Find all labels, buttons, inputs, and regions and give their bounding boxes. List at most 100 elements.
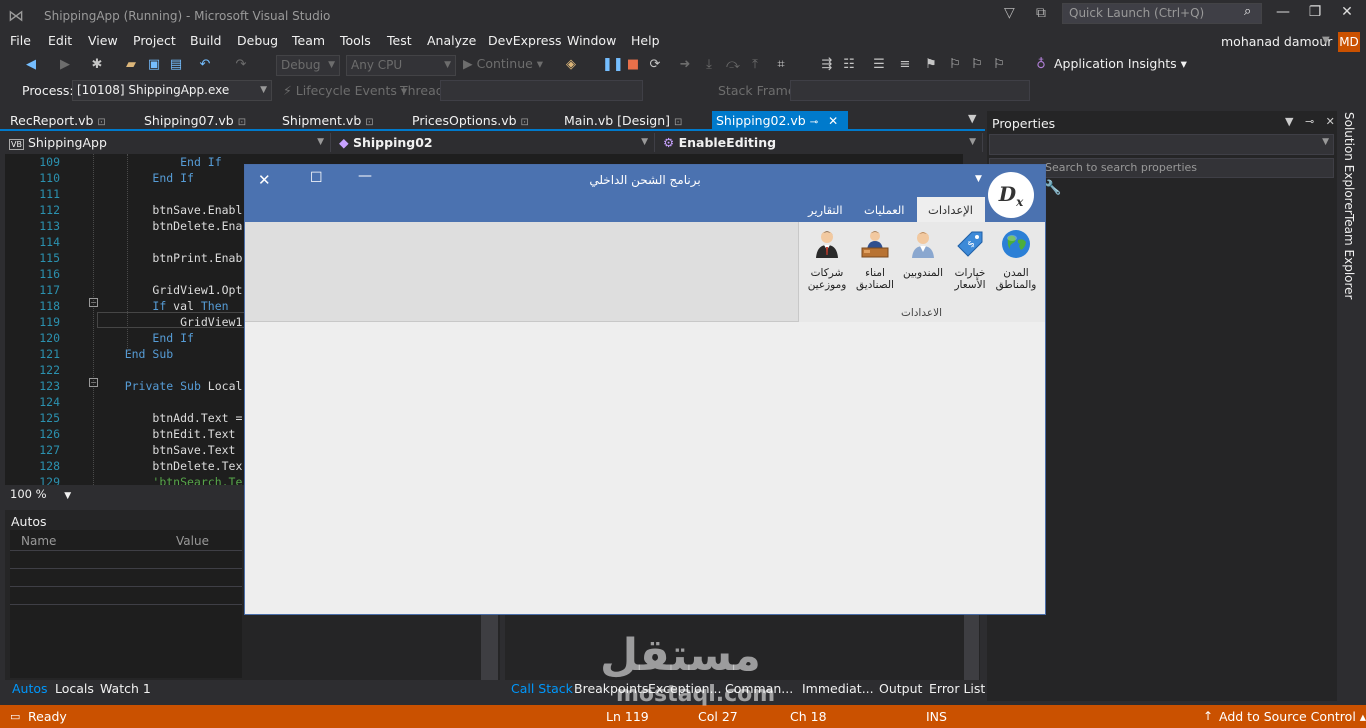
tab-shipping02[interactable]: Shipping02.vb ⊸ ✕	[712, 111, 848, 131]
code-line[interactable]: 125 btnAdd.Text =	[5, 410, 245, 426]
menu-view[interactable]: View	[88, 33, 118, 48]
thread-select[interactable]	[440, 80, 643, 101]
tab-immediate-window[interactable]: Immediat...	[802, 681, 874, 696]
cashiers-button[interactable]: امناء الصناديق	[851, 228, 899, 300]
menu-file[interactable]: File	[10, 33, 31, 48]
code-line[interactable]: 120 End If	[5, 330, 245, 346]
code-line[interactable]: 127 btnSave.Text	[5, 442, 245, 458]
delegates-button[interactable]: المندوبين	[899, 228, 947, 300]
lightbulb-icon[interactable]: ♁	[1032, 56, 1050, 74]
open-folder-icon[interactable]: ▰	[122, 56, 140, 74]
undo-icon[interactable]: ↶	[196, 56, 214, 74]
pin-icon[interactable]: ⊡	[521, 117, 529, 128]
collapse-icon[interactable]: −	[89, 378, 98, 387]
menu-help[interactable]: Help	[631, 33, 660, 48]
menu-project[interactable]: Project	[133, 33, 176, 48]
process-icon[interactable]: ◈	[562, 56, 580, 74]
devexpress-logo[interactable]: Dx	[988, 172, 1034, 218]
code-line[interactable]: 126 btnEdit.Text	[5, 426, 245, 442]
close-icon[interactable]: ✕	[258, 171, 271, 189]
lifecycle-events-button[interactable]: ⚡ Lifecycle Events ▾	[283, 83, 407, 98]
code-line[interactable]: 117 GridView1.Opt	[5, 282, 245, 298]
step-out-icon[interactable]: ⤒	[746, 56, 764, 74]
autos-scrollbar[interactable]	[481, 610, 498, 680]
ribbon-tab-reports[interactable]: التقارير	[808, 203, 843, 217]
tab-output[interactable]: Output	[879, 681, 922, 696]
stack-frame-select[interactable]	[790, 80, 1030, 101]
code-line[interactable]: 124	[5, 394, 245, 410]
pin-icon[interactable]: ⊸	[810, 117, 818, 128]
platform-select[interactable]: Any CPU ▼	[346, 55, 456, 76]
tab-autos[interactable]: Autos	[12, 681, 48, 696]
step-into-icon[interactable]: ⤓	[700, 56, 718, 74]
code-line[interactable]: 111	[5, 186, 245, 202]
bookmark-next-icon[interactable]: ⚐	[968, 56, 986, 74]
menu-window[interactable]: Window	[567, 33, 616, 48]
code-line[interactable]: 121 End Sub	[5, 346, 245, 362]
code-line[interactable]: 128 btnDelete.Tex	[5, 458, 245, 474]
tab-overflow-icon[interactable]: ▼	[968, 112, 976, 125]
user-avatar[interactable]: MD	[1338, 32, 1360, 52]
zoom-select[interactable]: 100 % ▼	[10, 487, 71, 501]
menu-devexpress[interactable]: DevExpress	[488, 33, 562, 48]
navigate-back-icon[interactable]: ◀	[22, 56, 40, 74]
code-line[interactable]: 116	[5, 266, 245, 282]
navigate-forward-icon[interactable]: ▶	[56, 56, 74, 74]
user-name[interactable]: mohanad damour	[1221, 34, 1332, 49]
tab-shipment[interactable]: Shipment.vb ⊡	[272, 111, 374, 131]
feedback-icon[interactable]: ⧉	[1036, 5, 1054, 23]
menu-debug[interactable]: Debug	[237, 33, 278, 48]
diagnostics-icon[interactable]: ☷	[840, 56, 858, 74]
pause-icon[interactable]: ❚❚	[602, 56, 624, 74]
pin-icon[interactable]: ⊡	[97, 117, 105, 128]
tab-locals[interactable]: Locals	[55, 681, 94, 696]
search-icon[interactable]: ⌕	[1244, 4, 1251, 19]
save-icon[interactable]: ▣	[145, 56, 163, 74]
call-stack-scrollbar[interactable]	[964, 614, 979, 680]
quick-launch-input[interactable]: Quick Launch (Ctrl+Q)	[1062, 3, 1262, 24]
object-select[interactable]: ▼	[989, 134, 1334, 155]
tab-main-design[interactable]: Main.vb [Design] ⊡	[554, 111, 682, 131]
tab-pricesoptions[interactable]: PricesOptions.vb ⊡	[402, 111, 529, 131]
code-line[interactable]: 114	[5, 234, 245, 250]
class-select[interactable]: ◆ Shipping02 ▼	[335, 133, 655, 152]
menu-build[interactable]: Build	[190, 33, 221, 48]
column-header-value[interactable]: Value	[176, 534, 209, 548]
hex-display-icon[interactable]: ⌗	[772, 56, 790, 74]
menu-tools[interactable]: Tools	[340, 33, 371, 48]
application-insights-button[interactable]: Application Insights ▾	[1054, 56, 1187, 71]
companies-distributors-button[interactable]: شركات وموزعين	[803, 228, 851, 300]
show-next-statement-icon[interactable]: ➜	[676, 56, 694, 74]
continue-button[interactable]: ▶ Continue ▾	[463, 56, 543, 71]
menu-test[interactable]: Test	[387, 33, 412, 48]
add-to-source-control-button[interactable]: Add to Source Control ▴	[1219, 709, 1366, 724]
code-line[interactable]: 129 'btnSearch.Te	[5, 474, 245, 485]
code-line[interactable]: 113 btnDelete.Ena	[5, 218, 245, 234]
save-all-icon[interactable]: ▤	[167, 56, 185, 74]
side-tab-team-explorer[interactable]: Team Explorer	[1342, 214, 1356, 300]
step-over-icon[interactable]: ⤼	[724, 56, 742, 74]
up-arrow-icon[interactable]: ↑	[1203, 709, 1213, 723]
comment-icon[interactable]: ≡	[896, 56, 914, 74]
ribbon-tab-settings-label[interactable]: الإعدادات	[928, 203, 973, 217]
tab-error-list[interactable]: Error List	[929, 681, 985, 696]
menu-analyze[interactable]: Analyze	[427, 33, 476, 48]
tab-call-stack[interactable]: Call Stack	[511, 681, 573, 696]
pin-icon[interactable]: ⊡	[674, 117, 682, 128]
redo-icon[interactable]: ↷	[232, 56, 250, 74]
bookmark-prev-icon[interactable]: ⚐	[946, 56, 964, 74]
close-icon[interactable]: ✕	[828, 114, 838, 128]
stop-icon[interactable]: ■	[624, 56, 642, 74]
code-line[interactable]: 109 End If	[5, 154, 245, 170]
filter-icon[interactable]: ▽	[1004, 5, 1022, 23]
pin-icon[interactable]: ⊡	[238, 117, 246, 128]
configuration-select[interactable]: Debug ▼	[276, 55, 340, 76]
maximize-button[interactable]: ❐	[1302, 4, 1328, 24]
new-project-icon[interactable]: ✱	[88, 56, 106, 74]
minimize-button[interactable]: —	[1270, 4, 1296, 24]
close-button[interactable]: ✕	[1334, 4, 1360, 24]
menu-edit[interactable]: Edit	[48, 33, 72, 48]
side-tab-solution-explorer[interactable]: Solution Explorer	[1342, 112, 1356, 215]
column-header-name[interactable]: Name	[21, 534, 56, 548]
project-select[interactable]: VB ShippingApp ▼	[5, 133, 331, 152]
